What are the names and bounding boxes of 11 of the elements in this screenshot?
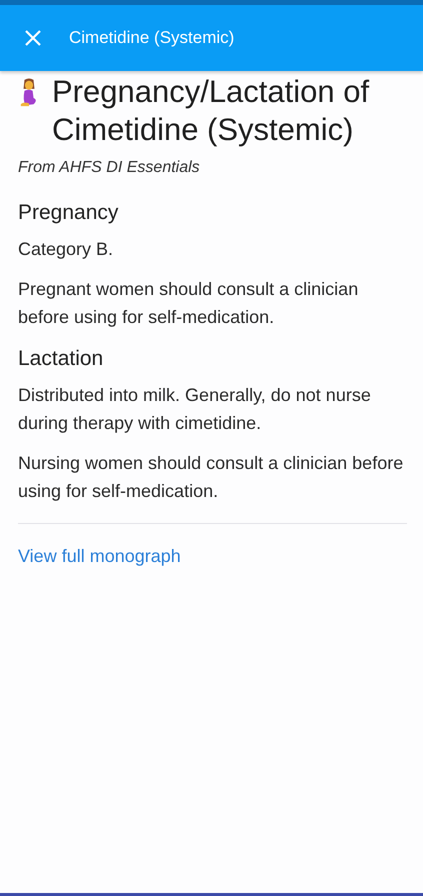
paragraph: Distributed into milk. Generally, do not nurse during therapy with cimetidine.: [18, 384, 372, 435]
close-icon[interactable]: [24, 29, 42, 47]
page-heading: Pregnancy/Lactation of Cimetidine (Systemic): [52, 73, 370, 149]
app-bar-title: Cimetidine (Systemic): [69, 28, 234, 48]
paragraph: Category B.: [18, 238, 114, 261]
paragraph: Pregnant women should consult a clinician before using for self-medication.: [18, 278, 360, 329]
view-monograph-link[interactable]: View full monograph: [18, 546, 181, 567]
section-heading: Pregnancy: [18, 201, 120, 225]
section-heading: Lactation: [18, 347, 104, 371]
source-note: From AHFS DI Essentials: [18, 159, 201, 177]
paragraph: Nursing women should consult a clinician before using for self-medication.: [18, 452, 404, 503]
